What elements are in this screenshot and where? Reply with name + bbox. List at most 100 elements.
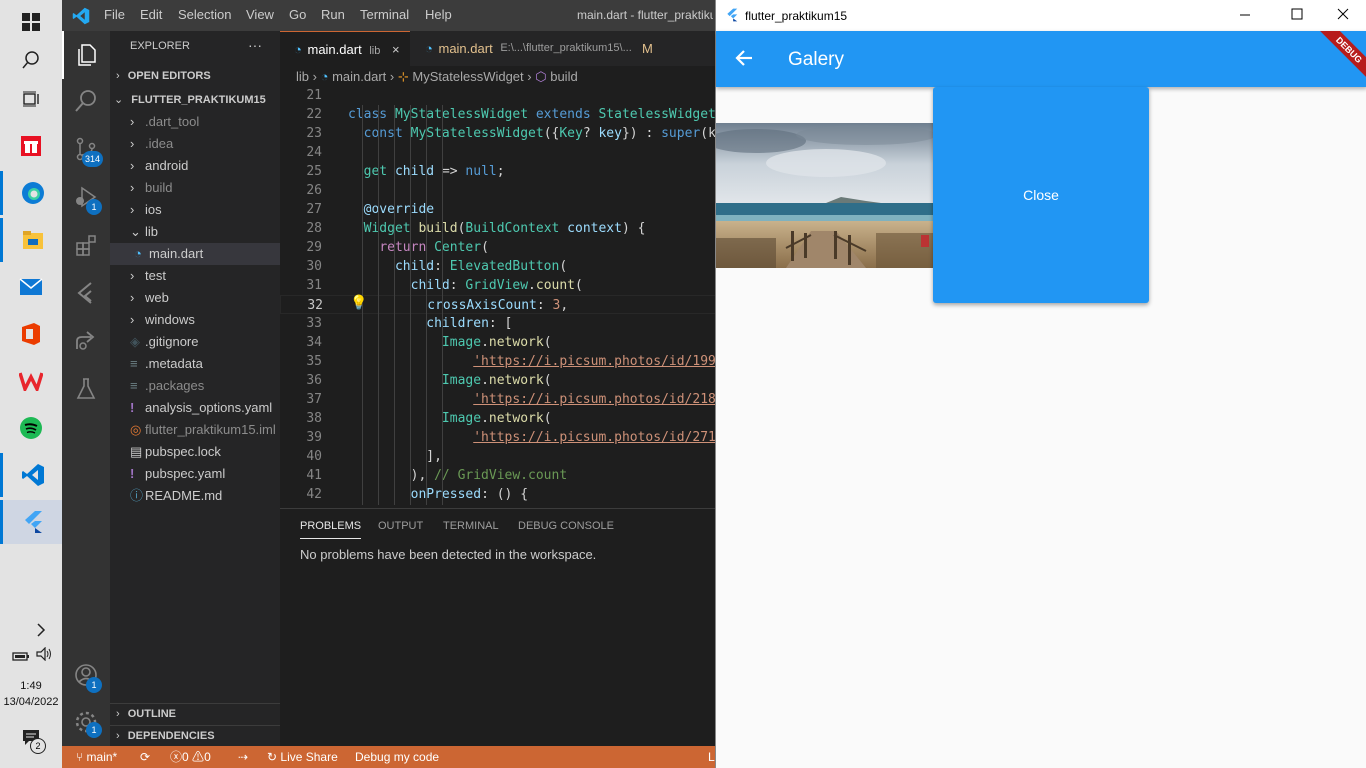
menu-help[interactable]: Help bbox=[425, 7, 452, 22]
tree-item[interactable]: ! pubspec.yaml bbox=[110, 463, 280, 485]
menu-go[interactable]: Go bbox=[289, 7, 306, 22]
tree-item[interactable]: ◎ flutter_praktikum15.iml bbox=[110, 419, 280, 441]
taskbar-clock[interactable]: 1:49 13/04/2022 bbox=[0, 678, 62, 710]
tree-item[interactable]: › windows bbox=[110, 309, 280, 331]
run-debug-icon[interactable]: 1 bbox=[62, 173, 110, 221]
lightbulb-icon[interactable]: 💡 bbox=[350, 295, 367, 311]
tree-item[interactable]: ◈ .gitignore bbox=[110, 331, 280, 353]
live-share-icon[interactable] bbox=[62, 317, 110, 365]
search-icon[interactable] bbox=[62, 77, 110, 125]
code-line[interactable]: 23 const MyStatelessWidget({Key? key}) :… bbox=[280, 124, 715, 143]
code-line[interactable]: 31 child: GridView.count( bbox=[280, 276, 715, 295]
live-share-status[interactable]: ↻ Live Share bbox=[267, 746, 338, 768]
code-line[interactable]: 22 class MyStatelessWidget extends Statel… bbox=[280, 105, 715, 124]
battery-icon[interactable] bbox=[12, 647, 30, 666]
tree-item[interactable]: › build bbox=[110, 177, 280, 199]
menu-selection[interactable]: Selection bbox=[178, 7, 231, 22]
menu-terminal[interactable]: Terminal bbox=[360, 7, 409, 22]
menu-edit[interactable]: Edit bbox=[140, 7, 162, 22]
tree-item[interactable]: › android bbox=[110, 155, 280, 177]
debug-launch-icon[interactable]: ⇢ bbox=[238, 746, 248, 768]
edge-icon[interactable] bbox=[0, 171, 62, 215]
maximize-icon[interactable] bbox=[1291, 8, 1303, 23]
close-button[interactable]: Close bbox=[933, 87, 1149, 303]
vscode-icon[interactable] bbox=[0, 453, 62, 497]
manage-gear-icon[interactable]: 1 bbox=[62, 698, 110, 746]
gift-icon[interactable] bbox=[0, 124, 62, 168]
office-icon[interactable] bbox=[0, 312, 62, 356]
branch-status[interactable]: ⑂ main* bbox=[76, 746, 117, 768]
code-line[interactable]: 36 Image.network( bbox=[280, 371, 715, 390]
menu-view[interactable]: View bbox=[246, 7, 274, 22]
tab-output[interactable]: OUTPUT bbox=[378, 520, 423, 532]
breadcrumb-file[interactable]: main.dart bbox=[332, 69, 386, 84]
tree-item[interactable]: › web bbox=[110, 287, 280, 309]
close-window-icon[interactable] bbox=[1337, 8, 1349, 23]
code-line[interactable]: 38 Image.network( bbox=[280, 409, 715, 428]
code-line[interactable]: 39 'https://i.picsum.photos/id/271/ bbox=[280, 428, 715, 447]
code-line[interactable]: 30 child: ElevatedButton( bbox=[280, 257, 715, 276]
breadcrumb-method[interactable]: build bbox=[550, 69, 577, 84]
code-line[interactable]: 37 'https://i.picsum.photos/id/218/ bbox=[280, 390, 715, 409]
tree-item[interactable]: ≡ .packages bbox=[110, 375, 280, 397]
tab-debug-console[interactable]: DEBUG CONSOLE bbox=[518, 520, 614, 532]
tree-item[interactable]: ⌄ lib bbox=[110, 221, 280, 243]
code-line[interactable]: 21 bbox=[280, 86, 715, 105]
tree-item[interactable]: › .dart_tool bbox=[110, 111, 280, 133]
code-line[interactable]: 29 return Center( bbox=[280, 238, 715, 257]
testing-icon[interactable] bbox=[62, 365, 110, 413]
tree-item[interactable]: ▤ pubspec.lock bbox=[110, 441, 280, 463]
tree-item[interactable]: › ios bbox=[110, 199, 280, 221]
tree-item[interactable]: ◔ main.dart bbox=[110, 243, 280, 265]
menu-file[interactable]: File bbox=[104, 7, 125, 22]
code-line[interactable]: 24 bbox=[280, 143, 715, 162]
back-arrow-icon[interactable] bbox=[734, 48, 754, 72]
code-line[interactable]: 35 'https://i.picsum.photos/id/199/ bbox=[280, 352, 715, 371]
volume-icon[interactable] bbox=[36, 646, 54, 665]
code-line[interactable]: 26 bbox=[280, 181, 715, 200]
tab-terminal[interactable]: TERMINAL bbox=[443, 520, 499, 532]
search-icon[interactable] bbox=[0, 38, 62, 82]
code-line[interactable]: 34 Image.network( bbox=[280, 333, 715, 352]
accounts-icon[interactable]: 1 bbox=[62, 651, 110, 699]
code-line[interactable]: 25 get child => null; bbox=[280, 162, 715, 181]
code-line[interactable]: 40 ], bbox=[280, 447, 715, 466]
code-editor[interactable]: 21 22 class MyStatelessWidget extends Stat… bbox=[280, 86, 715, 508]
extensions-icon[interactable] bbox=[62, 221, 110, 269]
mail-icon[interactable] bbox=[0, 265, 62, 309]
tree-item[interactable]: › test bbox=[110, 265, 280, 287]
tree-item[interactable]: ! analysis_options.yaml bbox=[110, 397, 280, 419]
flutter-sidebar-icon[interactable] bbox=[62, 269, 110, 317]
project-section[interactable]: ⌄ FLUTTER_PRAKTIKUM15 bbox=[110, 89, 280, 111]
code-line[interactable]: 42 onPressed: () { bbox=[280, 485, 715, 504]
minimize-icon[interactable] bbox=[1239, 8, 1251, 23]
tree-item[interactable]: › .idea bbox=[110, 133, 280, 155]
tab-main-dart-lib[interactable]: ◔ main.dart lib × bbox=[280, 31, 410, 66]
debug-my-code-status[interactable]: Debug my code bbox=[355, 746, 439, 768]
wps-icon[interactable] bbox=[0, 359, 62, 403]
task-view-icon[interactable] bbox=[0, 77, 62, 121]
tab-problems[interactable]: PROBLEMS bbox=[300, 520, 362, 539]
flutter-icon[interactable] bbox=[0, 500, 62, 544]
dependencies-section[interactable]: › DEPENDENCIES bbox=[110, 725, 280, 747]
explorer-icon[interactable] bbox=[62, 31, 110, 79]
file-explorer-icon[interactable] bbox=[0, 218, 62, 262]
spotify-icon[interactable] bbox=[0, 406, 62, 450]
code-line[interactable]: 27 @override bbox=[280, 200, 715, 219]
tree-item[interactable]: ≡ .metadata bbox=[110, 353, 280, 375]
code-line[interactable]: 41 ), // GridView.count bbox=[280, 466, 715, 485]
explorer-more-button[interactable]: ··· bbox=[248, 37, 262, 53]
source-control-icon[interactable]: 314 bbox=[62, 125, 110, 173]
notification-icon[interactable]: 2 bbox=[22, 729, 46, 754]
problems-status[interactable]: ⓧ0 ⚠0 bbox=[170, 746, 211, 768]
breadcrumb-class[interactable]: MyStatelessWidget bbox=[412, 69, 523, 84]
outline-section[interactable]: › OUTLINE bbox=[110, 703, 280, 725]
tree-item[interactable]: ⓘ README.md bbox=[110, 485, 280, 507]
code-line[interactable]: 28 Widget build(BuildContext context) { bbox=[280, 219, 715, 238]
tab-close-icon[interactable]: × bbox=[392, 42, 400, 57]
breadcrumb-lib[interactable]: lib bbox=[296, 69, 309, 84]
menu-run[interactable]: Run bbox=[321, 7, 345, 22]
code-line[interactable]: 33 children: [ bbox=[280, 314, 715, 333]
tab-main-dart-other[interactable]: ◔ main.dart E:\...\flutter_praktikum15\.… bbox=[411, 31, 715, 66]
code-line[interactable]: 32 crossAxisCount: 3, bbox=[280, 295, 715, 314]
